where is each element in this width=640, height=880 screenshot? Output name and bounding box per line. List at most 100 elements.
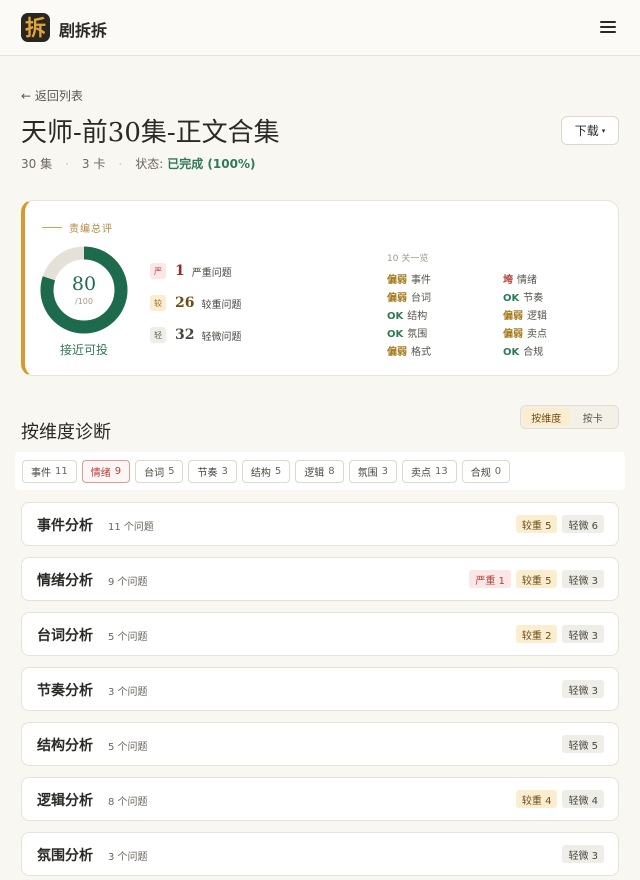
severity-tag: 轻微 3 [562, 570, 604, 588]
dimension-name: 氛围分析 [37, 848, 93, 864]
logo-char: 拆 [25, 15, 46, 40]
overview-item: 垮情绪 [503, 271, 537, 286]
dimension-issue-count: 11 个问题 [108, 522, 154, 533]
dimension-card[interactable]: 氛围分析 3 个问题 轻微 3 [21, 832, 619, 876]
chip-count: 8 [328, 465, 335, 477]
meta-separator: · [118, 156, 123, 171]
episode-count: 30 集 [21, 157, 53, 171]
toggle-by-card[interactable]: 按卡 [570, 408, 617, 426]
filter-chip[interactable]: 节奏 3 [188, 459, 237, 483]
filter-chip[interactable]: 事件 11 [22, 459, 77, 483]
download-button[interactable]: 下载 ▾ [561, 116, 619, 145]
severity-tag: 轻微 3 [562, 845, 604, 863]
severity-tag: 轻微 5 [562, 735, 604, 753]
chip-count: 0 [494, 465, 502, 477]
chip-count: 3 [221, 465, 228, 477]
status-value: 已完成 (100%) [167, 157, 256, 171]
dimension-card[interactable]: 台词分析 5 个问题 较重 2 轻微 3 [21, 612, 619, 656]
severity-tag: 较重 2 [515, 625, 558, 643]
chip-count: 11 [55, 465, 68, 477]
overview-item: 偏弱 逻辑 [503, 307, 547, 322]
overview-item: 偏弱 台词 [387, 289, 431, 304]
dimension-card[interactable]: 逻辑分析 8 个问题 较重 4 轻微 4 [21, 777, 619, 821]
overview-status: 偏弱 [503, 311, 523, 322]
chip-label: 合规 [470, 467, 491, 479]
overview-name: 卖点 [527, 329, 547, 340]
overview-item: OK 氛围 [387, 325, 427, 340]
view-toggle: 按维度 按卡 [520, 405, 619, 429]
severity-major: 较 26 较重问题 [150, 295, 241, 311]
filter-chip[interactable]: 逻辑 8 [295, 459, 344, 483]
filter-chip[interactable]: 卖点 13 [401, 459, 457, 483]
severity-tag: 轻微 3 [562, 625, 604, 643]
project-meta: 30 集 · 3 卡 · 状态: 已完成 (100%) [21, 155, 255, 172]
chip-label: 事件 [31, 467, 51, 479]
filter-chip[interactable]: 情绪 9 [81, 459, 131, 483]
download-label: 下载 [574, 124, 599, 138]
dimension-card[interactable]: 情绪分析 9 个问题 严重 1 较重 5 轻微 3 [21, 557, 619, 601]
dimension-card[interactable]: 事件分析 11 个问题 较重 5 轻微 6 [21, 502, 619, 546]
dimension-card[interactable]: 节奏分析 3 个问题 轻微 3 [21, 667, 619, 711]
dimension-name: 节奏分析 [37, 683, 93, 699]
severity-minor: 轻 32 轻微问题 [150, 327, 241, 343]
chip-label: 节奏 [197, 467, 218, 479]
overview-name: 氛围 [407, 329, 428, 340]
dimension-name: 情绪分析 [37, 573, 93, 589]
severity-tags: 严重 1 较重 5 轻微 3 [469, 570, 604, 588]
severity-tag: 轻微 3 [562, 680, 604, 698]
minor-label: 轻微问题 [201, 331, 242, 343]
severe-count: 1 [175, 263, 185, 279]
top-bar: 拆 剧拆拆 [0, 0, 640, 56]
severity-tag: 较重 5 [515, 515, 558, 533]
chip-label: 情绪 [90, 467, 111, 479]
filter-chip[interactable]: 氛围 3 [348, 459, 397, 483]
dimension-card[interactable]: 结构分析 5 个问题 轻微 5 [21, 722, 619, 766]
app-logo[interactable]: 拆 [21, 13, 50, 42]
overview-name: 事件 [411, 275, 431, 286]
overview-name: 格式 [411, 347, 431, 358]
overview-name: 结构 [407, 311, 428, 322]
major-label: 较重问题 [201, 299, 242, 311]
minor-count: 32 [175, 327, 195, 343]
card-count: 3 卡 [81, 157, 106, 171]
chip-count: 9 [114, 465, 122, 477]
overview-status: 偏弱 [387, 275, 407, 286]
dimension-name: 台词分析 [37, 628, 93, 644]
dimension-issue-count: 5 个问题 [108, 632, 148, 643]
dimension-issue-count: 3 个问题 [108, 852, 148, 863]
overview-item: 偏弱 卖点 [503, 325, 547, 340]
severity-tags: 轻微 3 [562, 845, 604, 863]
page-title: 天师-前30集-正文合集 [21, 118, 280, 148]
dimension-filter-bar: 事件 11 情绪 9 台词 5 节奏 3 结构 5 逻辑 8 氛围 3 卖点 13 合规 0 [15, 452, 625, 490]
filter-chip[interactable]: 结构 5 [241, 459, 291, 483]
overview-status: 偏弱 [387, 293, 407, 304]
menu-icon[interactable] [599, 19, 617, 34]
severity-tags: 轻微 3 [562, 680, 604, 698]
major-count: 26 [175, 295, 195, 311]
chip-count: 5 [168, 465, 175, 477]
dimension-name: 事件分析 [37, 518, 93, 534]
severity-tags: 较重 5 轻微 6 [515, 515, 604, 533]
severity-tags: 较重 4 轻微 4 [515, 790, 604, 808]
overview-item: OK 合规 [503, 343, 543, 358]
chevron-down-icon: ▾ [601, 126, 606, 135]
overview-name: 情绪 [517, 275, 537, 286]
status-label: 状态: [135, 157, 164, 171]
app-name: 剧拆拆 [59, 21, 108, 40]
overview-status: 偏弱 [503, 329, 523, 340]
back-to-list-link[interactable]: ← 返回列表 [21, 87, 83, 104]
filter-chip[interactable]: 合规 0 [461, 459, 511, 483]
overview-status: OK [387, 311, 404, 322]
dimension-issue-count: 5 个问题 [108, 742, 148, 753]
chip-count: 5 [274, 465, 282, 477]
toggle-by-dimension[interactable]: 按维度 [523, 408, 570, 426]
overview-status: OK [503, 293, 520, 304]
chip-label: 氛围 [357, 467, 378, 479]
overview-status: OK [387, 329, 404, 340]
filter-chip[interactable]: 台词 5 [135, 459, 184, 483]
severe-badge: 严 [150, 263, 166, 279]
overview-status: 垮 [503, 275, 513, 286]
chip-label: 逻辑 [304, 467, 325, 479]
overview-name: 合规 [523, 347, 544, 358]
overview-name: 台词 [411, 293, 431, 304]
